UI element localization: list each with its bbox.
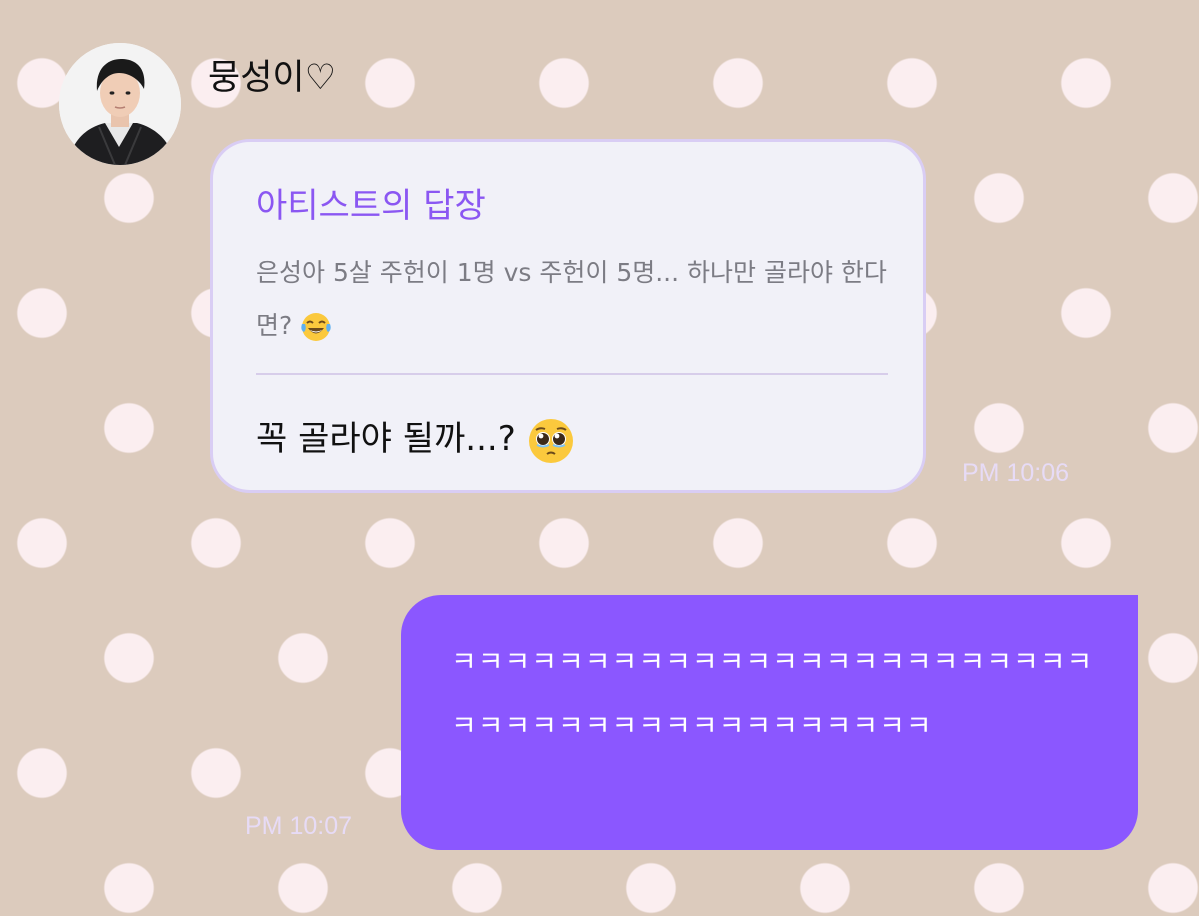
profile-photo-avatar [59, 43, 181, 165]
my-message-bubble[interactable]: ㅋㅋㅋㅋㅋㅋㅋㅋㅋㅋㅋㅋㅋㅋㅋㅋㅋㅋㅋㅋㅋㅋㅋㅋㅋㅋㅋㅋㅋㅋㅋㅋㅋㅋㅋㅋㅋㅋㅋㅋ… [401, 595, 1138, 850]
artist-message-text: 꼭 골라야 될까...? [256, 419, 516, 459]
reply-timestamp: PM 10:06 [962, 459, 1070, 487]
chat-screen: 뭉성이♡ 아티스트의 답장 은성아 5살 주헌이 1명 vs 주헌이 5명...… [0, 0, 1199, 916]
quoted-question: 은성아 5살 주헌이 1명 vs 주헌이 5명... 하나만 골라야 한다면? [256, 246, 906, 352]
pleading-face-icon [527, 417, 575, 465]
quoted-question-text: 은성아 5살 주헌이 1명 vs 주헌이 5명... 하나만 골라야 한다면? [256, 258, 887, 340]
reply-card-title: 아티스트의 답장 [256, 186, 486, 226]
my-message-timestamp: PM 10:07 [245, 812, 353, 840]
face-with-tears-of-joy-icon [300, 311, 332, 343]
sender-name: 뭉성이♡ [208, 58, 336, 98]
artist-message: 꼭 골라야 될까...? [256, 415, 575, 465]
my-message-text: ㅋㅋㅋㅋㅋㅋㅋㅋㅋㅋㅋㅋㅋㅋㅋㅋㅋㅋㅋㅋㅋㅋㅋㅋㅋㅋㅋㅋㅋㅋㅋㅋㅋㅋㅋㅋㅋㅋㅋㅋ… [451, 645, 1094, 742]
avatar[interactable] [59, 43, 181, 165]
artist-reply-bubble[interactable]: 아티스트의 답장 은성아 5살 주헌이 1명 vs 주헌이 5명... 하나만 … [210, 139, 926, 493]
reply-divider [256, 373, 888, 375]
